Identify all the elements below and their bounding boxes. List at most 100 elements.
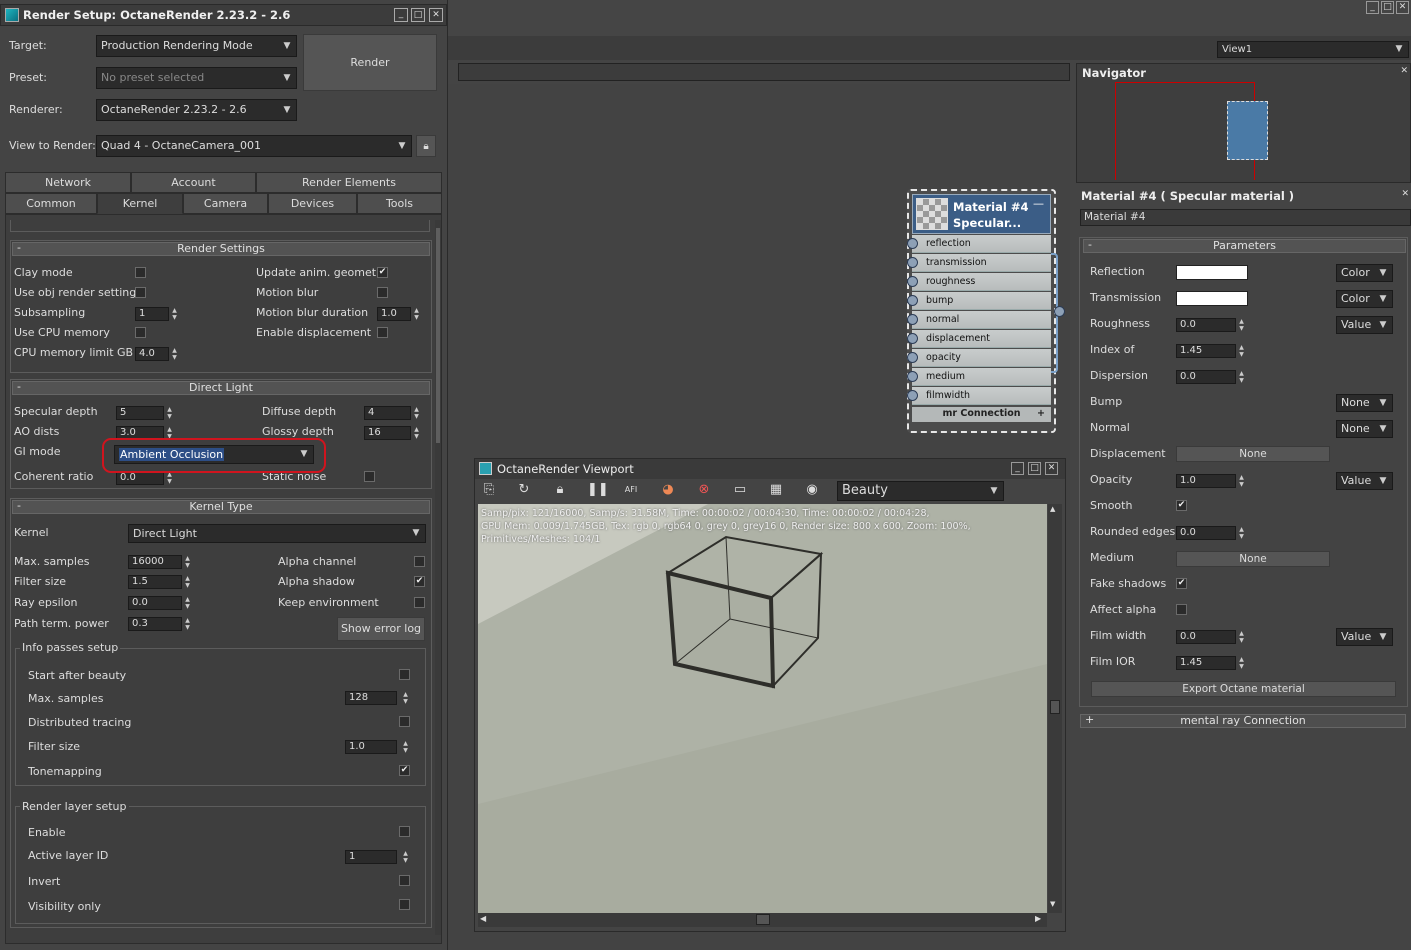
tab-tools[interactable]: Tools <box>357 193 442 214</box>
restart-icon[interactable]: ↻ <box>515 481 533 499</box>
spinner-arrows-icon[interactable]: ▲ ▼ <box>1237 474 1246 488</box>
port-dot[interactable] <box>907 238 918 249</box>
spinner-arrows-icon[interactable]: ▲ ▼ <box>1237 656 1246 670</box>
static-noise-checkbox[interactable] <box>364 471 375 482</box>
index-of-input[interactable]: 1.45 <box>1176 344 1236 358</box>
distributed-tracing-checkbox[interactable] <box>399 716 410 727</box>
spinner-arrows-icon[interactable]: ▲ ▼ <box>412 406 421 420</box>
spinner-arrows-icon[interactable]: ▲ ▼ <box>183 555 192 569</box>
color-picker-icon[interactable]: ◕ <box>659 481 677 499</box>
tab-common[interactable]: Common <box>5 193 97 214</box>
invert-checkbox[interactable] <box>399 875 410 886</box>
target-select[interactable]: Production Rendering Mode ▼ <box>96 35 297 57</box>
diffuse-depth-input[interactable]: 4 <box>364 406 411 420</box>
spinner-arrows-icon[interactable]: ▲ ▼ <box>1237 370 1246 384</box>
preset-select[interactable]: No preset selected ▼ <box>96 67 297 89</box>
camera-icon[interactable]: ◉ <box>803 481 821 499</box>
spinner-arrows-icon[interactable]: ▲ ▼ <box>1237 344 1246 358</box>
spinner-arrows-icon[interactable]: ▲ ▼ <box>401 740 410 754</box>
port-dot[interactable] <box>907 257 918 268</box>
film-ior-input[interactable]: 1.45 <box>1176 656 1236 670</box>
cpu-limit-input[interactable]: 4.0 <box>135 347 169 361</box>
enable-checkbox[interactable] <box>399 826 410 837</box>
opacity-type-select[interactable]: Value ▼ <box>1336 472 1393 490</box>
specular-depth-input[interactable]: 5 <box>116 406 164 420</box>
minimize-icon[interactable]: _ <box>1366 1 1379 14</box>
parameters-header[interactable]: - Parameters <box>1083 239 1406 253</box>
scroll-down-icon[interactable]: ▼ <box>1050 900 1055 908</box>
scroll-left-icon[interactable]: ◀ <box>480 914 486 923</box>
tab-render-elements[interactable]: Render Elements <box>256 172 442 193</box>
pass-selector[interactable]: Beauty ▼ <box>837 481 1004 501</box>
spinner-arrows-icon[interactable]: ▲ ▼ <box>401 850 410 864</box>
spinner-arrows-icon[interactable]: ▲ ▼ <box>401 691 410 705</box>
transmission-type-select[interactable]: Color ▼ <box>1336 290 1393 308</box>
port-medium[interactable]: medium <box>907 368 1051 386</box>
render-image[interactable]: Samp/pix: 121/16000, Samp/s: 31.58M, Tim… <box>478 504 1047 913</box>
rounded-edges-input[interactable]: 0.0 <box>1176 526 1236 540</box>
viewport-vscrollbar[interactable]: ▲ ▼ <box>1048 504 1062 913</box>
bump-type-select[interactable]: None ▼ <box>1336 394 1393 412</box>
maximize-icon[interactable]: □ <box>1028 462 1041 475</box>
displacement-map-button[interactable]: None <box>1176 446 1330 462</box>
spinner-arrows-icon[interactable]: ▲ ▼ <box>412 307 421 321</box>
scroll-thumb[interactable] <box>436 228 440 443</box>
spinner-arrows-icon[interactable]: ▲ ▼ <box>183 596 192 610</box>
spinner-arrows-icon[interactable]: ▲ ▼ <box>165 406 174 420</box>
minimize-icon[interactable]: _ <box>394 8 408 22</box>
spinner-arrows-icon[interactable]: ▲ ▼ <box>170 307 179 321</box>
render-settings-header[interactable]: - Render Settings <box>12 242 430 256</box>
lock-view-button[interactable]: 🔒︎ <box>416 135 436 157</box>
normal-type-select[interactable]: None ▼ <box>1336 420 1393 438</box>
reflection-color-swatch[interactable] <box>1176 265 1248 280</box>
clay-mode-checkbox[interactable] <box>135 267 146 278</box>
tab-kernel[interactable]: Kernel <box>97 193 183 214</box>
kernel-select[interactable]: Direct Light ▼ <box>128 524 426 543</box>
active-layer-id-input[interactable]: 1 <box>345 850 397 864</box>
port-opacity[interactable]: opacity <box>907 349 1051 367</box>
renderer-select[interactable]: OctaneRender 2.23.2 - 2.6 ▼ <box>96 99 297 121</box>
port-dot[interactable] <box>907 314 918 325</box>
view-to-render-select[interactable]: Quad 4 - OctaneCamera_001 ▼ <box>96 135 412 157</box>
spinner-arrows-icon[interactable]: ▲ ▼ <box>1237 630 1246 644</box>
tonemapping-checkbox[interactable]: ✔ <box>399 765 410 776</box>
maximize-icon[interactable]: □ <box>411 8 425 22</box>
scroll-thumb[interactable] <box>1050 700 1060 714</box>
smooth-checkbox[interactable]: ✔ <box>1176 500 1187 511</box>
spinner-arrows-icon[interactable]: ▲ ▼ <box>183 617 192 631</box>
roughness-type-select[interactable]: Value ▼ <box>1336 316 1393 334</box>
use-obj-checkbox[interactable] <box>135 287 146 298</box>
opacity-input[interactable]: 1.0 <box>1176 474 1236 488</box>
visibility-only-checkbox[interactable] <box>399 899 410 910</box>
coherent-ratio-input[interactable]: 0.0 <box>116 471 164 485</box>
info-filter-size-input[interactable]: 1.0 <box>345 740 397 754</box>
kernel-type-header[interactable]: - Kernel Type <box>12 500 430 514</box>
roughness-input[interactable]: 0.0 <box>1176 318 1236 332</box>
port-reflection[interactable]: reflection <box>907 235 1051 253</box>
lock-icon[interactable]: 🔒︎ <box>551 481 569 499</box>
max-samples-input[interactable]: 16000 <box>128 555 182 569</box>
collapse-icon[interactable]: — <box>1033 197 1044 210</box>
direct-light-header[interactable]: - Direct Light <box>12 381 430 395</box>
show-error-log-button[interactable]: Show error log <box>337 617 425 641</box>
ai-focus-icon[interactable]: AFI <box>622 481 640 499</box>
path-term-input[interactable]: 0.3 <box>128 617 182 631</box>
motion-blur-duration-input[interactable]: 1.0 <box>377 307 411 321</box>
material-node[interactable]: Material #4 Specular... — reflection tra… <box>907 189 1065 433</box>
keep-environment-checkbox[interactable] <box>414 597 425 608</box>
filter-size-input[interactable]: 1.5 <box>128 575 182 589</box>
navigator-node-box[interactable] <box>1227 101 1268 160</box>
close-icon[interactable]: ✕ <box>1045 462 1058 475</box>
tab-account[interactable]: Account <box>131 172 256 193</box>
motion-blur-checkbox[interactable] <box>377 287 388 298</box>
ray-epsilon-input[interactable]: 0.0 <box>128 596 182 610</box>
affect-alpha-checkbox[interactable] <box>1176 604 1187 615</box>
close-icon[interactable]: ✕ <box>1400 66 1408 76</box>
port-dot[interactable] <box>907 390 918 401</box>
film-width-input[interactable]: 0.0 <box>1176 630 1236 644</box>
glossy-depth-input[interactable]: 16 <box>364 426 411 440</box>
port-normal[interactable]: normal <box>907 311 1051 329</box>
enable-displacement-checkbox[interactable] <box>377 327 388 338</box>
close-icon[interactable]: ✕ <box>1396 1 1409 14</box>
port-filmwidth[interactable]: filmwidth <box>907 387 1051 405</box>
